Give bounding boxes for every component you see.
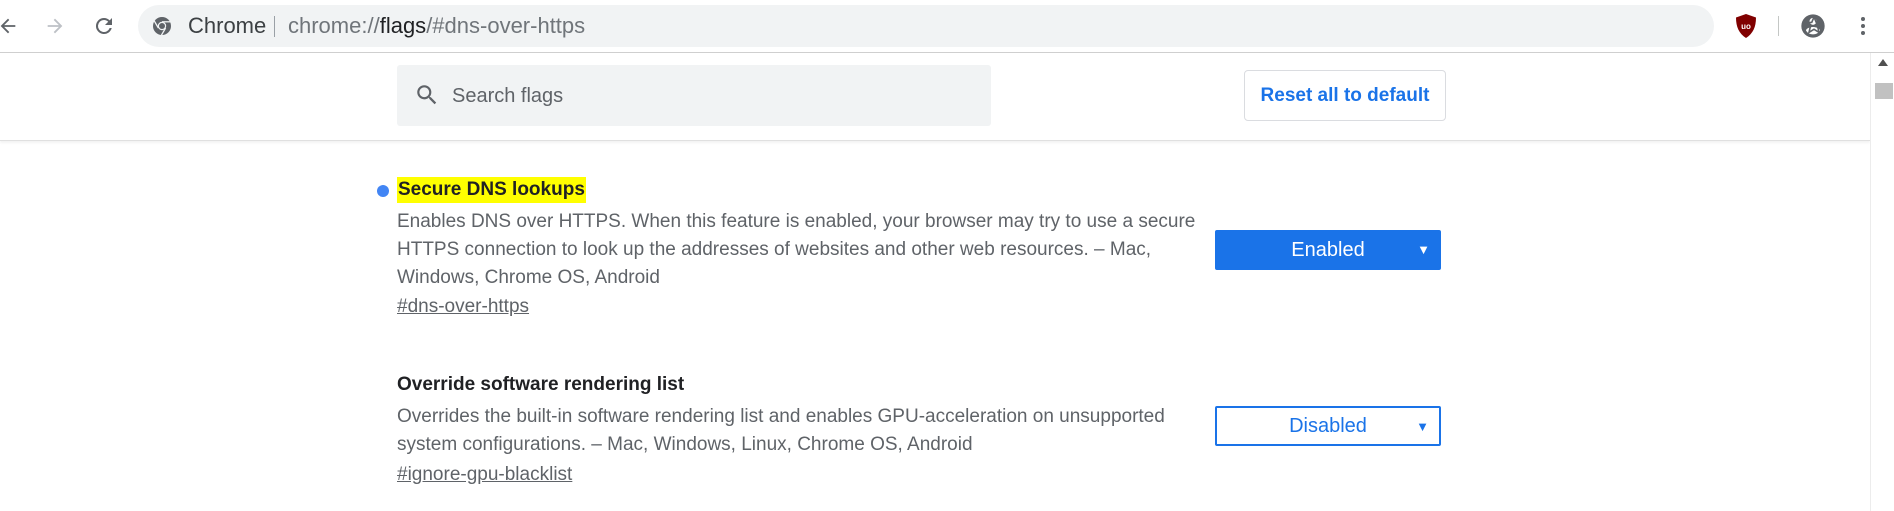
url-text[interactable]: chrome://flags/#dns-over-https — [288, 5, 585, 47]
select-value: Enabled — [1291, 238, 1365, 261]
account-circle-icon — [1799, 12, 1827, 40]
dropdown-arrow-icon: ▼ — [1416, 419, 1429, 434]
experiment-title: Secure DNS lookups — [397, 177, 586, 203]
search-box[interactable] — [397, 65, 991, 128]
search-input[interactable] — [450, 65, 974, 128]
address-bar[interactable]: Chrome chrome://flags/#dns-over-https — [138, 5, 1824, 47]
omnibox-separator — [274, 16, 275, 37]
select-value: Disabled — [1289, 414, 1367, 437]
experiment-permalink[interactable]: #dns-over-https — [397, 296, 529, 318]
experiment-permalink[interactable]: #ignore-gpu-blacklist — [397, 464, 572, 486]
experiment-state-select[interactable]: Disabled ▼ — [1215, 406, 1441, 446]
experiment-description: Enables DNS over HTTPS. When this featur… — [397, 211, 1196, 288]
dropdown-arrow-icon: ▼ — [1417, 242, 1430, 257]
url-scheme: chrome:// — [288, 13, 380, 38]
vertical-dots-icon — [1851, 14, 1875, 38]
site-label: Chrome — [188, 13, 267, 38]
back-arrow-icon — [0, 15, 19, 37]
search-icon — [414, 82, 440, 113]
reload-button[interactable] — [84, 6, 124, 46]
ublock-extension-button[interactable]: uo — [1726, 6, 1766, 46]
ublock-origin-icon: uo — [1734, 13, 1758, 39]
vertical-scrollbar[interactable] — [1870, 53, 1894, 511]
forward-button[interactable] — [35, 6, 75, 46]
experiment-description: Overrides the built-in software renderin… — [397, 406, 1165, 455]
back-button[interactable] — [0, 6, 28, 46]
chrome-menu-button[interactable] — [1843, 6, 1883, 46]
forward-arrow-icon — [44, 15, 66, 37]
chrome-logo-icon — [152, 16, 172, 36]
toolbar-divider — [1778, 16, 1779, 36]
svg-text:uo: uo — [1741, 22, 1751, 31]
modified-indicator-dot — [377, 185, 389, 197]
browser-toolbar: Chrome chrome://flags/#dns-over-https uo — [0, 0, 1894, 53]
reset-all-button[interactable]: Reset all to default — [1244, 70, 1446, 121]
scrollbar-thumb[interactable] — [1875, 83, 1893, 99]
scroll-up-arrow-icon[interactable] — [1871, 57, 1894, 73]
reload-icon — [92, 14, 116, 38]
url-path: /#dns-over-https — [426, 13, 586, 38]
flags-header: Reset all to default — [0, 53, 1870, 141]
url-host: flags — [379, 13, 427, 38]
profile-button[interactable] — [1793, 6, 1833, 46]
experiment-title: Override software rendering list — [397, 374, 685, 395]
experiment-state-select[interactable]: Enabled ▼ — [1215, 230, 1441, 270]
